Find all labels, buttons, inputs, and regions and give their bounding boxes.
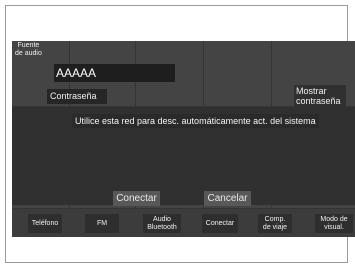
network-name-field[interactable]: AAAAA [54,64,175,82]
connect-button[interactable]: Conectar [113,191,160,206]
audio-source-button[interactable]: Fuente de audio [15,42,42,58]
nav-display-mode-label: Modo de visual. [320,215,348,231]
nav-trip-computer-label: Comp. de viaje [262,215,288,231]
show-password-button[interactable]: Mostrar contraseña [294,85,346,107]
nav-display-mode-button[interactable]: Modo de visual. [315,214,353,233]
nav-bluetooth-audio-button[interactable]: Audio Bluetooth [143,214,181,233]
nav-fm-button[interactable]: FM [85,214,119,233]
nav-connect-button[interactable]: Conectar [202,214,238,233]
cancel-button[interactable]: Cancelar [204,191,251,206]
password-field[interactable]: Contraseña [47,89,107,104]
bottom-nav-bar: Teléfono FM Audio Bluetooth Conectar Com… [12,209,355,237]
auto-connect-option[interactable]: Utilice esta red para desc. automáticame… [72,114,319,128]
nav-bluetooth-audio-label: Audio Bluetooth [147,215,177,231]
audio-source-label: Fuente de audio [15,42,42,57]
nav-phone-label: Teléfono [31,219,59,227]
infotainment-screen: Fuente de audio AAAAA Contraseña Mostrar… [12,41,355,237]
background-tile [204,41,272,107]
nav-trip-computer-button[interactable]: Comp. de viaje [258,214,292,233]
nav-phone-button[interactable]: Teléfono [28,214,62,233]
nav-fm-label: FM [96,219,108,227]
nav-connect-label: Conectar [205,219,235,227]
show-password-label: Mostrar contraseña [296,86,341,106]
